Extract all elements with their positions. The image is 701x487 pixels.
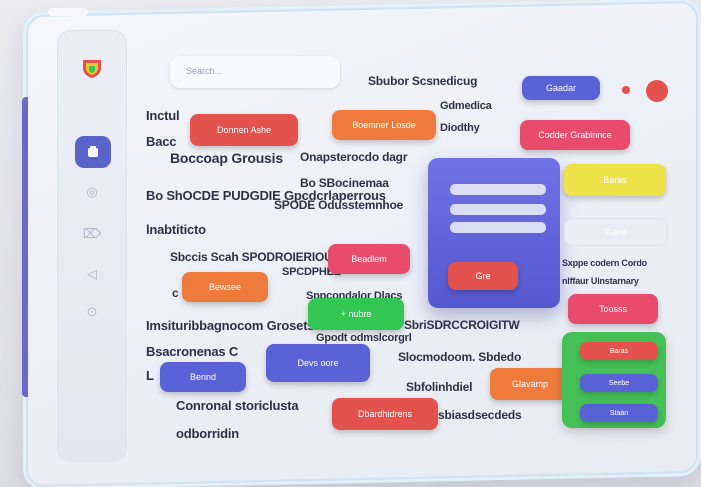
floating-button[interactable]: Boemner Losde	[332, 110, 436, 140]
right-panel-button[interactable]: Toosss	[568, 294, 658, 324]
send-icon[interactable]: ◁	[84, 266, 100, 282]
side-text: Sxppe codern Cordo	[562, 258, 647, 268]
floating-button[interactable]: Bewsee	[182, 272, 268, 302]
options-panel-item[interactable]: Staan	[580, 404, 658, 422]
dashboard-icon[interactable]	[75, 136, 111, 168]
action-button[interactable]: Codder Grabinnce	[520, 120, 630, 150]
content-text: Sbfolinhdiel	[406, 380, 473, 394]
content-text: L	[146, 368, 154, 383]
floating-button[interactable]: Beadlem	[328, 244, 410, 274]
content-text: Inctul	[146, 108, 180, 123]
right-panel-button[interactable]: Gane	[564, 218, 668, 246]
options-panel-item[interactable]: Seebe	[580, 374, 658, 392]
floating-button[interactable]: + nubre	[308, 298, 404, 330]
content-text: Gpodt odmslcorgrl	[316, 332, 412, 344]
page-title: Sbubor Scsnedicug	[368, 74, 478, 88]
content-text: c	[172, 286, 179, 300]
search-input[interactable]: Search...	[170, 56, 340, 88]
floating-button[interactable]: Devs oore	[266, 344, 370, 382]
floating-button[interactable]: Dbardhidrens	[332, 398, 438, 430]
options-panel-item[interactable]: Baras	[580, 342, 658, 360]
content-text: SPODE Odusstemnhoe	[274, 198, 404, 212]
dialog-field[interactable]	[450, 204, 546, 215]
floating-button[interactable]: Glavamp	[490, 368, 570, 400]
target-icon[interactable]: ◎	[84, 184, 100, 200]
sidebar	[57, 30, 127, 462]
header-subtitle: Diodthy	[440, 122, 480, 134]
content-text: Onapsterocdo dagr	[300, 150, 408, 164]
content-text: Bsacronenas C	[146, 344, 239, 359]
floating-button[interactable]: Donnen Ashe	[190, 114, 298, 146]
content-text: SbriSDRCCROIGITW	[404, 318, 520, 332]
content-text: Bo SBocinemaa	[300, 176, 389, 190]
content-text: Conronal storiclusta	[176, 398, 299, 413]
content-text: Bacc	[146, 134, 177, 149]
dialog-field[interactable]	[450, 222, 546, 233]
floating-button[interactable]: Bennd	[160, 362, 246, 392]
settings-icon[interactable]: ⊙	[84, 304, 100, 320]
side-text: nlffaur Uinstarnary	[562, 276, 639, 286]
titlebar-highlight	[48, 8, 88, 16]
header-subtitle: Gdmedica	[440, 100, 492, 112]
notification-dot	[622, 86, 630, 94]
content-text: sbiasdsecdeds	[438, 408, 522, 422]
app-logo-icon[interactable]	[80, 56, 104, 80]
user-avatar-icon[interactable]	[646, 80, 668, 102]
content-text: lnabtiticto	[146, 222, 206, 237]
dialog-confirm-button[interactable]: Gre	[448, 262, 518, 290]
dialog-field[interactable]	[450, 184, 546, 195]
content-text: Slocmodoom. Sbdedo	[398, 350, 522, 364]
right-panel-button[interactable]: Baras	[564, 164, 666, 196]
content-text: Boccoap Grousis	[170, 150, 283, 166]
primary-button[interactable]: Gaadar	[522, 76, 600, 100]
tag-icon[interactable]: ⌦	[83, 226, 101, 242]
content-text: odborridin	[176, 426, 239, 441]
